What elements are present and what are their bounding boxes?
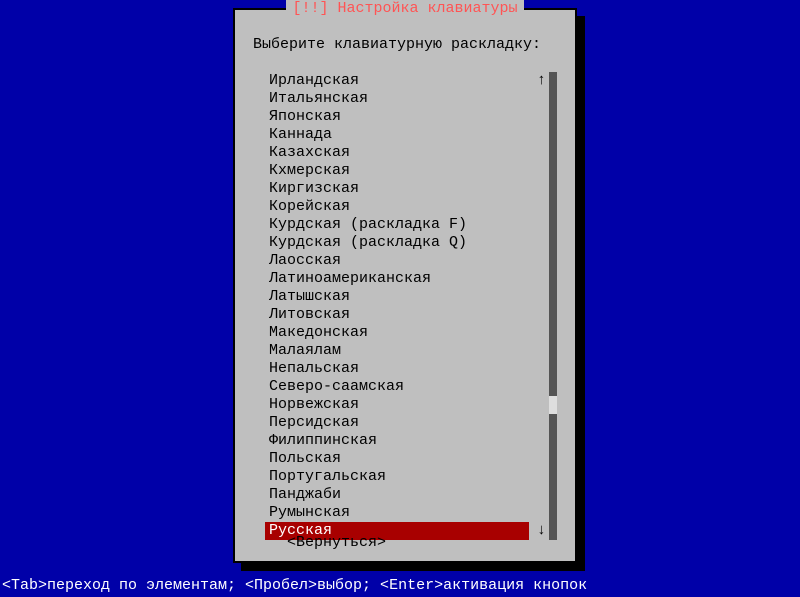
layout-option[interactable]: Корейская <box>265 198 555 216</box>
layout-option[interactable]: Португальская <box>265 468 555 486</box>
layout-option[interactable]: Курдская (раскладка F) <box>265 216 555 234</box>
dialog-prompt: Выберите клавиатурную раскладку: <box>253 36 541 54</box>
help-bar: <Tab>переход по элементам; <Пробел>выбор… <box>2 577 587 595</box>
layout-option[interactable]: Румынская <box>265 504 555 522</box>
layout-option[interactable]: Курдская (раскладка Q) <box>265 234 555 252</box>
layout-list[interactable]: ИрландскаяИтальянскаяЯпонскаяКаннадаКаза… <box>265 72 555 540</box>
layout-option[interactable]: Ирландская <box>265 72 555 90</box>
layout-option[interactable]: Японская <box>265 108 555 126</box>
layout-option[interactable]: Литовская <box>265 306 555 324</box>
layout-option[interactable]: Персидская <box>265 414 555 432</box>
scroll-indicators: ↑ ↓ <box>537 72 549 540</box>
layout-option[interactable]: Северо-саамская <box>265 378 555 396</box>
layout-option[interactable]: Непальская <box>265 360 555 378</box>
layout-option[interactable]: Малаялам <box>265 342 555 360</box>
scrollbar-track-upper <box>549 72 557 396</box>
back-button[interactable]: <Вернуться> <box>287 534 386 552</box>
scrollbar[interactable] <box>549 72 557 540</box>
layout-option[interactable]: Панджаби <box>265 486 555 504</box>
layout-option[interactable]: Казахская <box>265 144 555 162</box>
scroll-down-icon[interactable]: ↓ <box>537 522 549 540</box>
dialog-title: [!!] Настройка клавиатуры <box>235 0 575 18</box>
keyboard-layout-dialog: [!!] Настройка клавиатуры Выберите клави… <box>233 8 577 563</box>
layout-option[interactable]: Македонская <box>265 324 555 342</box>
dialog-container: [!!] Настройка клавиатуры Выберите клави… <box>233 8 577 563</box>
layout-option[interactable]: Киргизская <box>265 180 555 198</box>
layout-option[interactable]: Филиппинская <box>265 432 555 450</box>
layout-option[interactable]: Каннада <box>265 126 555 144</box>
layout-option[interactable]: Норвежская <box>265 396 555 414</box>
layout-option[interactable]: Латышская <box>265 288 555 306</box>
layout-option[interactable]: Польская <box>265 450 555 468</box>
layout-option[interactable]: Кхмерская <box>265 162 555 180</box>
dialog-title-text: [!!] Настройка клавиатуры <box>286 0 523 17</box>
scroll-up-icon[interactable]: ↑ <box>537 72 549 90</box>
scrollbar-track-lower <box>549 414 557 540</box>
layout-option[interactable]: Итальянская <box>265 90 555 108</box>
layout-option[interactable]: Латиноамериканская <box>265 270 555 288</box>
layout-option[interactable]: Лаосская <box>265 252 555 270</box>
scrollbar-gap <box>549 396 557 414</box>
